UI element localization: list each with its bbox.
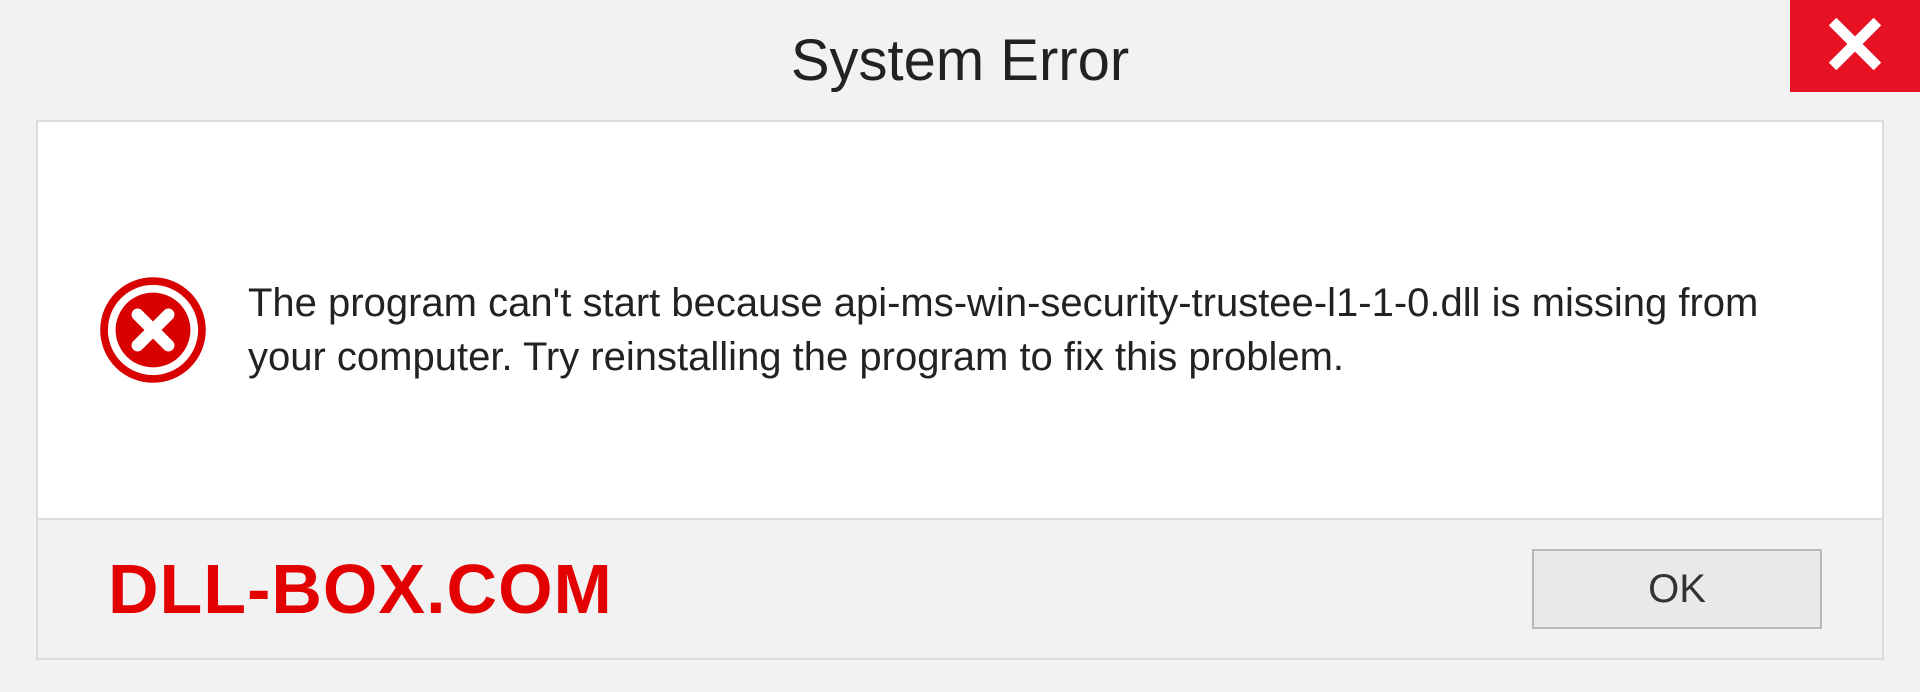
error-message: The program can't start because api-ms-w… bbox=[248, 276, 1768, 384]
message-area: The program can't start because api-ms-w… bbox=[38, 122, 1882, 518]
dialog-panel: The program can't start because api-ms-w… bbox=[36, 120, 1884, 660]
dialog-footer: DLL-BOX.COM OK bbox=[38, 518, 1882, 658]
ok-button[interactable]: OK bbox=[1532, 549, 1822, 629]
close-button[interactable] bbox=[1790, 0, 1920, 92]
error-icon bbox=[98, 275, 208, 385]
ok-button-label: OK bbox=[1648, 567, 1706, 612]
watermark-text: DLL-BOX.COM bbox=[108, 549, 613, 629]
close-icon bbox=[1823, 12, 1887, 81]
titlebar: System Error bbox=[0, 0, 1920, 120]
window-title: System Error bbox=[791, 27, 1129, 94]
